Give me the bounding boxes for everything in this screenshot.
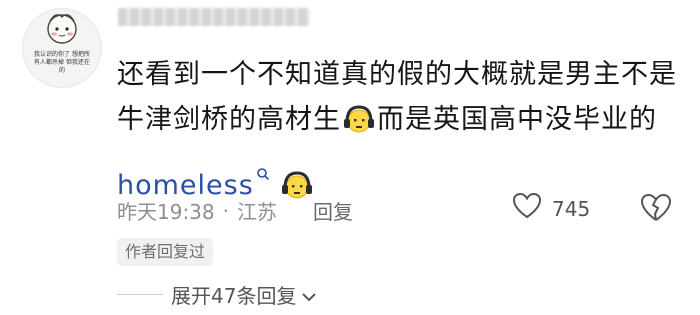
dislike-button[interactable] <box>640 193 672 227</box>
comment-meta: 昨天19:38 · 江苏 回复 <box>117 196 353 225</box>
avatar[interactable]: 我认识的你了 想把所有人都杀掉 但我还在的 <box>22 8 102 88</box>
avatar-caption: 我认识的你了 想把所有人都杀掉 但我还在的 <box>34 51 90 74</box>
avatar-cartoon-icon <box>47 14 77 44</box>
chevron-down-icon <box>302 283 317 307</box>
like-button[interactable]: 745 <box>512 192 590 225</box>
author-replied-badge: 作者回复过 <box>117 238 214 266</box>
expand-replies-button[interactable]: 展开47条回复 <box>117 280 317 309</box>
like-count: 745 <box>552 196 591 221</box>
search-icon[interactable] <box>256 150 270 195</box>
heart-icon <box>512 192 542 225</box>
divider-line <box>117 294 163 295</box>
meta-separator: · <box>222 198 229 223</box>
comment-text-part2: 而是英国高中没毕业的 <box>377 104 657 135</box>
broken-heart-icon <box>640 193 672 227</box>
headphone-face-emoji-icon <box>343 104 375 150</box>
comment-text: 还看到一个不知道真的假的大概就是男主不是牛津剑桥的高材生 而是英国高中没毕业的ho… <box>117 52 687 216</box>
reply-button[interactable]: 回复 <box>313 196 353 225</box>
comment-time: 昨天19:38 <box>117 200 215 224</box>
comment-location: 江苏 <box>237 200 277 224</box>
expand-replies-label: 展开47条回复 <box>171 284 297 308</box>
username-blurred[interactable] <box>118 8 310 26</box>
